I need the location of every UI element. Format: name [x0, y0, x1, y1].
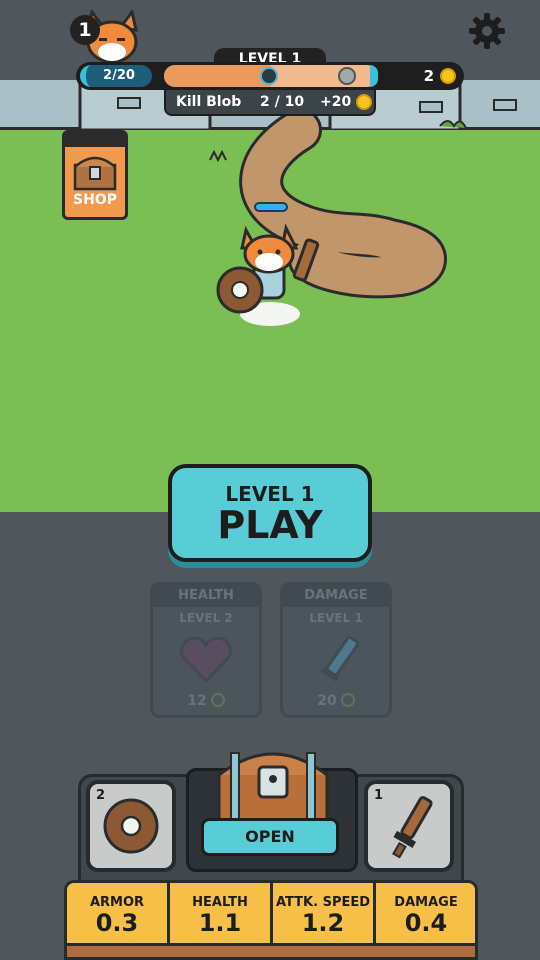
coin-icon [356, 94, 372, 110]
coin-icon [440, 68, 456, 84]
stat-name: DAMAGE [394, 895, 458, 910]
stat-name: ATTK. SPEED [275, 895, 371, 910]
stat-health: HEALTH 1.1 [170, 883, 273, 945]
sword-icon [320, 635, 360, 682]
damage-upgrade-card[interactable]: DAMAGE LEVEL 1 20 [280, 582, 392, 718]
stat-value: 0.3 [95, 909, 139, 937]
upgrade-cost: 12 [153, 693, 259, 709]
stats-panel-base [67, 943, 475, 957]
play-button[interactable]: LEVEL 1 PLAY [168, 464, 372, 562]
sword-slot[interactable]: 1 [364, 780, 454, 872]
open-chest-button[interactable]: OPEN [201, 818, 339, 856]
round-shield-icon [103, 798, 159, 854]
coin-icon [340, 693, 355, 707]
stat-value: 0.4 [404, 909, 448, 937]
shop-label: SHOP [73, 192, 117, 208]
coin-counter: 2 [423, 67, 434, 85]
upgrade-cost-value: 12 [187, 693, 207, 709]
fox-hero [216, 223, 320, 326]
quest-progress: 2 / 10 [260, 94, 305, 110]
shop-banner [65, 133, 125, 147]
upgrade-level: LEVEL 1 [309, 611, 363, 625]
stat-name: ARMOR [89, 895, 145, 910]
shield-slot[interactable]: 2 [86, 780, 176, 872]
xp-counter: 2/20 [80, 65, 152, 87]
play-label: PLAY [217, 503, 323, 547]
gear-icon[interactable] [468, 12, 506, 50]
coin-icon [210, 693, 225, 707]
stat-damage: DAMAGE 0.4 [376, 883, 475, 945]
upgrade-title: HEALTH [153, 585, 259, 607]
quest-reward: +20 [320, 94, 352, 110]
stat-attack-speed: ATTK. SPEED 1.2 [273, 883, 376, 945]
shop-button[interactable]: SHOP [62, 130, 128, 220]
checkpoint-node-icon [260, 67, 278, 85]
upgrade-cost-value: 20 [317, 693, 337, 709]
wooden-sword-icon [392, 796, 433, 859]
health-upgrade-card[interactable]: HEALTH LEVEL 2 12 [150, 582, 262, 718]
quest-name: Kill Blob [176, 94, 242, 110]
boss-tombstone-icon [338, 67, 356, 85]
heart-icon [180, 637, 232, 683]
level-progress-bar [164, 65, 378, 87]
treasure-chest-icon [73, 156, 117, 191]
upgrade-title: DAMAGE [283, 585, 389, 607]
upgrade-cost: 20 [283, 693, 389, 709]
stat-name: HEALTH [192, 895, 248, 910]
chest-icon [217, 752, 329, 827]
stats-panel: ARMOR 0.3 HEALTH 1.1 ATTK. SPEED 1.2 DAM… [64, 880, 478, 960]
stat-value: 1.1 [198, 909, 242, 937]
stat-value: 1.2 [301, 909, 345, 937]
stat-armor: ARMOR 0.3 [67, 883, 170, 945]
level-progress-end [370, 65, 378, 87]
player-level-badge: 1 [70, 15, 100, 45]
level-progress-fill [164, 65, 271, 87]
quest-banner: Kill Blob 2 / 10 +20 [164, 88, 376, 116]
hero-health-bar [254, 202, 288, 212]
top-status-bar: 2/20 2 [76, 62, 464, 90]
upgrade-level: LEVEL 2 [179, 611, 233, 625]
